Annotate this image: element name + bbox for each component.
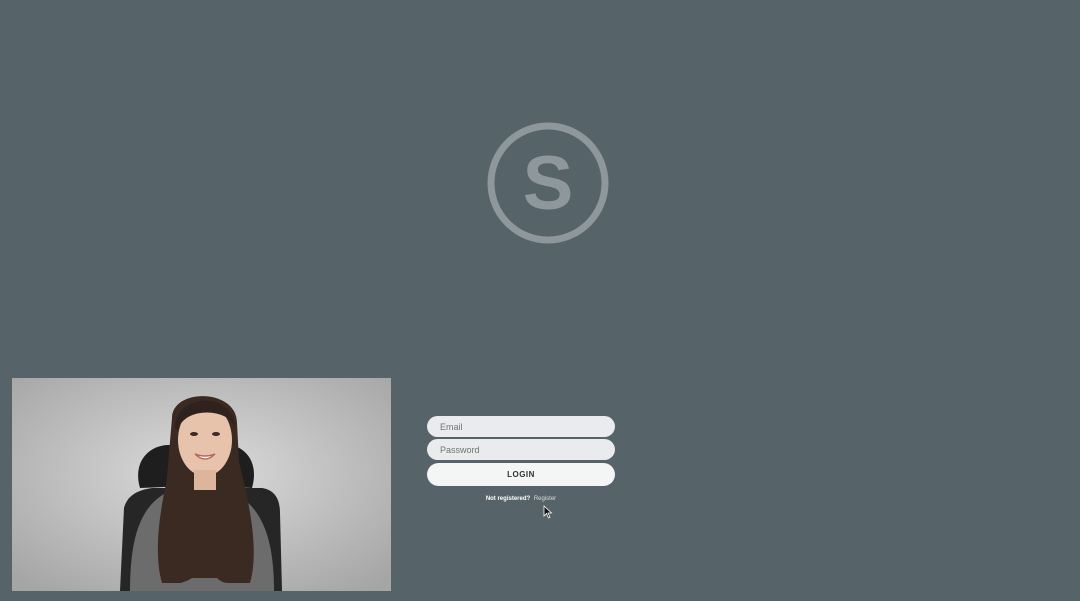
register-link[interactable]: Register xyxy=(534,496,556,502)
register-prompt: Not registered? Register xyxy=(427,496,615,502)
login-button[interactable]: LOGIN xyxy=(427,463,615,486)
webcam-video xyxy=(12,378,391,591)
login-form: LOGIN xyxy=(427,416,615,486)
login-page: S Email LOGIN Not registered? Register xyxy=(0,0,1080,601)
email-field[interactable] xyxy=(427,416,615,437)
password-field[interactable] xyxy=(427,439,615,460)
logo-letter: S xyxy=(523,141,574,226)
brand-logo: S xyxy=(486,121,610,245)
not-registered-text: Not registered? xyxy=(485,496,531,502)
s-logo-icon: S xyxy=(487,122,609,244)
person-video-icon xyxy=(12,378,391,591)
mouse-cursor-icon xyxy=(543,505,553,519)
